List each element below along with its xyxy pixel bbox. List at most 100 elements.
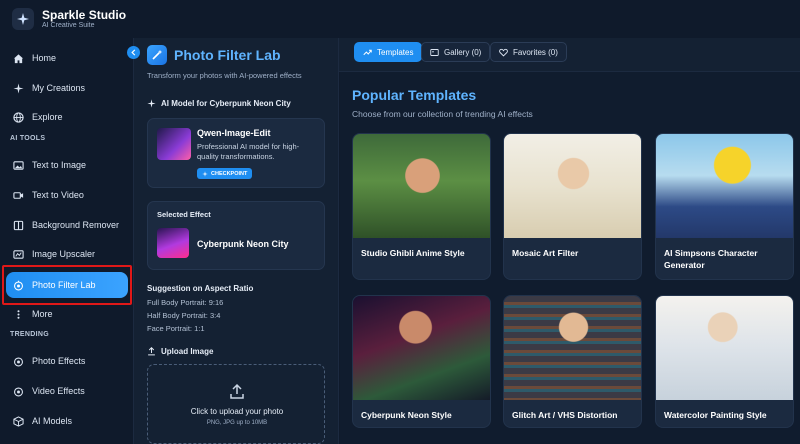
tab-label: Gallery (0) [444,47,482,57]
tab-label: Favorites (0) [513,47,558,57]
template-image [504,134,641,238]
template-card-ghibli[interactable]: Studio Ghibli Anime Style [352,133,491,280]
panel-title: Photo Filter Lab [174,47,281,63]
template-image [656,134,793,238]
sidebar-item-photo-effects[interactable]: Photo Effects [6,348,128,374]
sidebar-item-label: More [32,309,53,319]
template-card-watercolor[interactable]: Watercolor Painting Style [655,295,794,428]
brand-title: Sparkle Studio [42,8,127,22]
sidebar-item-label: Text to Video [32,190,84,200]
sidebar-item-image-upscaler[interactable]: Image Upscaler [6,241,128,267]
model-name: Qwen-Image-Edit [197,128,271,138]
sidebar-item-my-creations[interactable]: My Creations [6,75,128,101]
upload-icon [147,347,156,356]
panel-subtitle: Transform your photos with AI-powered ef… [147,71,302,80]
sidebar-item-home[interactable]: Home [6,45,128,71]
sidebar-item-label: Photo Effects [32,356,86,366]
filter-icon [12,355,24,367]
template-card-glitch[interactable]: Glitch Art / VHS Distortion [503,295,642,428]
template-label: Glitch Art / VHS Distortion [512,410,618,420]
model-card[interactable]: Qwen-Image-Edit Professional AI model fo… [147,118,325,188]
template-label: Cyberpunk Neon Style [361,410,452,420]
sparkle-logo-icon [12,8,34,30]
selected-effect-name: Cyberpunk Neon City [197,239,289,249]
magic-wand-icon [147,45,167,65]
upload-dropzone[interactable]: Click to upload your photo PNG, JPG up t… [147,364,325,444]
collapse-sidebar-button[interactable] [127,46,140,59]
home-icon [12,52,24,64]
sidebar-item-label: Video Effects [32,386,85,396]
template-image [656,296,793,400]
panel-header: Photo Filter Lab [147,45,281,65]
aspect-line: Half Body Portrait: 3:4 [147,311,221,320]
sidebar-item-label: AI Models [32,416,73,426]
sidebar-item-label: Background Remover [32,220,120,230]
sidebar-item-text-to-image[interactable]: Text to Image [6,152,128,178]
sidebar-item-label: Image Upscaler [32,249,96,259]
upload-icon [228,383,246,401]
sparkle-icon [202,170,208,177]
upload-title-label: Upload Image [161,347,214,356]
sidebar-item-label: Text to Image [32,160,87,170]
model-description: Professional AI model for high-quality t… [197,142,300,161]
sidebar-item-video-effects[interactable]: Video Effects [6,378,128,404]
brand[interactable]: Sparkle Studio AI Creative Suite [0,0,134,38]
section-subtitle: Choose from our collection of trending A… [352,109,533,119]
more-icon [12,308,24,320]
tab-bar: Templates Gallery (0) Favorites (0) [339,38,800,72]
sidebar-item-explore[interactable]: Explore [6,104,128,130]
sidebar-item-label: My Creations [32,83,86,93]
template-card-mosaic[interactable]: Mosaic Art Filter [503,133,642,280]
video-icon [12,189,24,201]
section-label-ai-tools: AI TOOLS [10,135,46,142]
tab-gallery[interactable]: Gallery (0) [421,42,491,62]
upload-hint: PNG, JPG up to 10MB [206,420,268,426]
tab-templates[interactable]: Templates [354,42,423,62]
template-card-simpsons[interactable]: AI Simpsons Character Generator [655,133,794,280]
template-image [353,134,490,238]
model-section-title: AI Model for Cyberpunk Neon City [147,99,291,108]
template-label: Mosaic Art Filter [512,248,579,258]
model-section-label: AI Model for Cyberpunk Neon City [161,99,291,108]
sidebar-item-background-remover[interactable]: Background Remover [6,212,128,238]
heart-icon [499,48,508,57]
selected-effect-card[interactable]: Selected Effect Cyberpunk Neon City [147,201,325,270]
template-card-cyberpunk[interactable]: Cyberpunk Neon Style [352,295,491,428]
sidebar-item-text-to-video[interactable]: Text to Video [6,182,128,208]
model-thumbnail [157,128,191,160]
filter-panel: Photo Filter Lab Transform your photos w… [134,38,339,444]
sidebar-item-more[interactable]: More [6,301,128,327]
tab-favorites[interactable]: Favorites (0) [490,42,567,62]
tab-label: Templates [377,47,414,57]
aspect-title: Suggestion on Aspect Ratio [147,284,254,293]
image-icon [430,48,439,57]
brand-subtitle: AI Creative Suite [42,22,95,29]
section-title: Popular Templates [352,87,477,103]
template-image [504,296,641,400]
filter-icon [12,279,24,291]
template-label: Watercolor Painting Style [664,410,767,420]
checkpoint-badge: CHECKPOINT [197,168,253,179]
trending-icon [363,48,372,57]
upload-text: Click to upload your photo [190,407,284,416]
chevron-left-icon [131,49,136,56]
selected-effect-label: Selected Effect [157,210,211,219]
sidebar-item-ai-models[interactable]: AI Models [6,408,128,434]
template-label: AI Simpsons Character Generator [664,248,758,270]
sidebar-item-label: Home [32,53,57,63]
globe-icon [12,111,24,123]
template-image [353,296,490,400]
section-label-trending: TRENDING [10,331,49,338]
sparkle-icon [12,82,24,94]
sidebar-item-label: Photo Filter Lab [32,280,96,290]
aspect-line: Face Portrait: 1:1 [147,324,205,333]
aspect-line: Full Body Portrait: 9:16 [147,298,224,307]
template-label: Studio Ghibli Anime Style [361,248,465,258]
filter-icon [12,385,24,397]
effect-thumbnail [157,228,189,258]
sidebar-item-label: Explore [32,112,63,122]
layers-icon [12,219,24,231]
sidebar-item-photo-filter-lab[interactable]: Photo Filter Lab [6,272,128,298]
badge-label: CHECKPOINT [211,170,248,177]
upload-title: Upload Image [147,347,213,356]
